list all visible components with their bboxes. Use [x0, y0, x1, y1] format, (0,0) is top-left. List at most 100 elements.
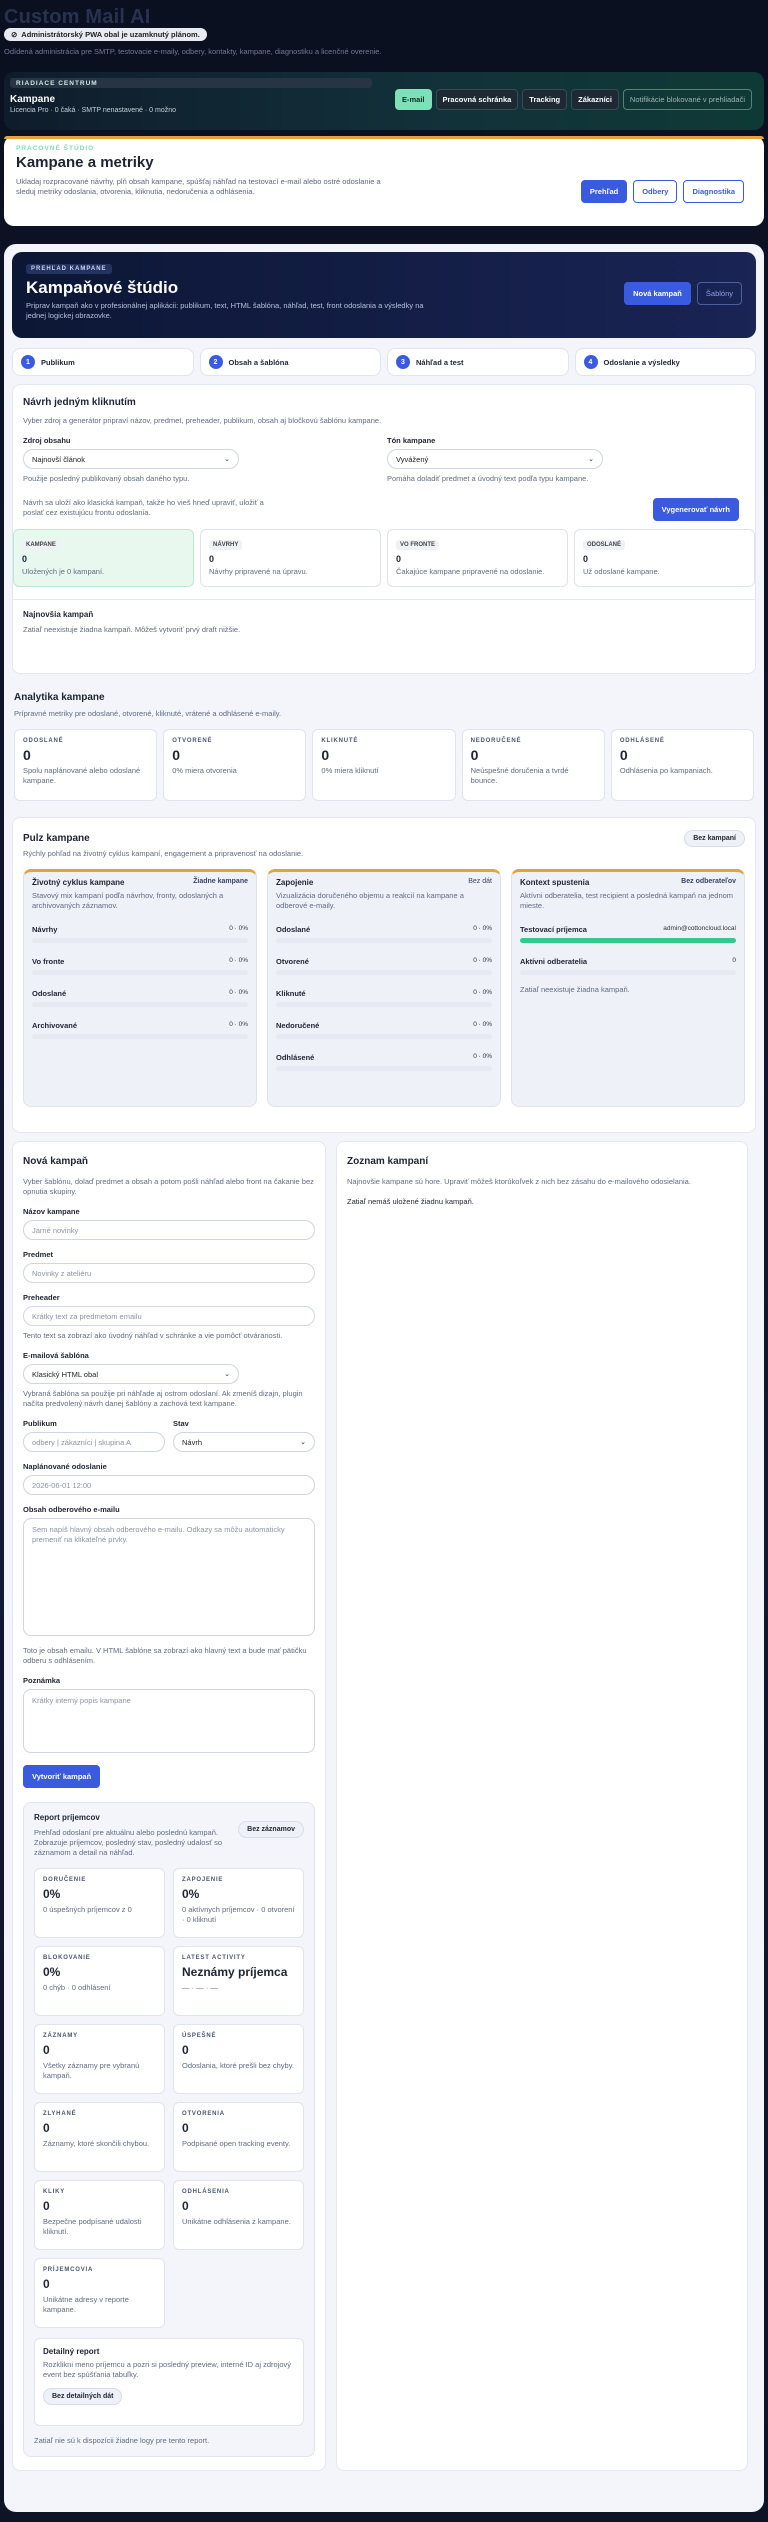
form-title: Nová kampaň — [23, 1156, 89, 1167]
design-text: Vyber zdroj a generátor pripraví názov, … — [23, 416, 382, 425]
control-center-label: RIADIACE CENTRUM — [10, 78, 372, 88]
hero-tag: PREHĽAD KAMPANE — [26, 264, 112, 274]
progress-bar — [276, 1002, 492, 1007]
template-select[interactable]: Klasický HTML obal ⌄ — [23, 1364, 239, 1384]
form-text: Vyber šablónu, dolaď predmet a obsah a p… — [23, 1177, 314, 1196]
create-campaign-button[interactable]: Vytvoriť kampaň — [23, 1765, 101, 1788]
header-subtitle: Odídená administrácia pre SMTP, testovac… — [4, 47, 382, 56]
analytics-clicked: KLIKNUTÉ 0 0% miera kliknutí — [312, 729, 456, 801]
control-center-bar: RIADIACE CENTRUM Kampane Licencia Pro · … — [4, 72, 764, 130]
progress-bar — [276, 1066, 492, 1071]
note-textarea[interactable]: Krátky interný popis kampane — [23, 1689, 315, 1753]
campaign-name-input[interactable]: Jarné novinky — [23, 1220, 315, 1240]
hero-text: Priprav kampaň ako v profesionálnej apli… — [26, 301, 424, 320]
source-label: Zdroj obsahu — [23, 436, 71, 445]
tone-label: Tón kampane — [387, 436, 436, 445]
new-campaign-button[interactable]: Nová kampaň — [624, 282, 691, 305]
campaign-list: Zoznam kampaní Najnovšie kampane sú hore… — [336, 1141, 748, 2471]
report-card: OTVORENIA 0 Podpisané open tracking eventy… — [173, 2102, 304, 2172]
schedule-input[interactable]: 2026-06-01 12:00 — [23, 1475, 315, 1495]
no-records-chip: Bez záznamov — [238, 1821, 304, 1838]
one-click-design-panel: Návrh jedným kliknutím Vyber zdroj a gen… — [12, 384, 756, 674]
app-title: Custom Mail AI — [4, 6, 151, 28]
studio-hero: PREHĽAD KAMPANE Kampaňové štúdio Priprav… — [12, 252, 756, 338]
recipients-report: Report príjemcov Prehľad odoslaní pre akt… — [23, 1802, 315, 2457]
progress-bar — [32, 1002, 248, 1007]
chevron-down-icon: ⌄ — [224, 456, 230, 463]
save-info: Návrh sa uloží ako klasická kampaň, takž… — [23, 498, 264, 517]
report-card: ÚSPEŠNÉ 0 Odoslania, ktoré prešli bez chyb… — [173, 2024, 304, 2094]
report-card: PRÍJEMCOVIA 0 Unikátne adresy v reporte ka… — [34, 2258, 165, 2328]
overview-button[interactable]: Prehľad — [580, 180, 628, 203]
audience-input[interactable]: odbery | zákazníci | skupina A — [23, 1432, 165, 1452]
engagement-card: Zapojenie Bez dát Vizualizácia doručeného… — [267, 869, 501, 1107]
tab-customers[interactable]: Zákazníci — [571, 89, 619, 110]
metrics-eyebrow: PRACOVNÉ ŠTÚDIO — [16, 145, 95, 152]
latest-campaign-text: Zatiaľ neexistuje žiadna kampaň. Môžeš v… — [23, 625, 241, 634]
tone-hint: Pomáha doladiť predmet a úvodný text pod… — [387, 474, 589, 483]
source-select[interactable]: Najnovší článok ⌄ — [23, 449, 239, 469]
engagement-row: Nedoručené 0 · 0% — [276, 1021, 492, 1039]
new-campaign-form: Nová kampaň Vyber šablónu, dolaď predmet… — [12, 1141, 326, 2471]
templates-button[interactable]: Šablóny — [696, 282, 742, 305]
step-send[interactable]: 4 Odoslanie a výsledky — [574, 348, 756, 376]
tab-tracking[interactable]: Tracking — [522, 89, 568, 110]
engagement-row: Odoslané 0 · 0% — [276, 925, 492, 943]
list-text: Najnovšie kampane sú hore. Upraviť môžeš… — [347, 1177, 691, 1186]
tab-inbox[interactable]: Pracovná schránka — [435, 89, 519, 110]
step-content[interactable]: 2 Obsah a šablóna — [199, 348, 381, 376]
pulse-title: Pulz kampane — [23, 833, 90, 844]
test-recipient-row: Testovací príjemca admin@cottoncloud.loca… — [520, 925, 736, 943]
progress-fill — [520, 938, 736, 943]
pulse-text: Rýchly pohľad na životný cyklus kampaní,… — [23, 849, 304, 858]
analytics-title: Analytika kampane — [14, 692, 105, 703]
stat-queued: VO FRONTE 0 Čakajúce kampane pripravené na… — [387, 529, 568, 587]
engagement-row: Kliknuté 0 · 0% — [276, 989, 492, 1007]
engagement-row: Odhlásené 0 · 0% — [276, 1053, 492, 1071]
step-preview[interactable]: 3 Náhľad a test — [387, 348, 569, 376]
list-title: Zoznam kampaní — [347, 1156, 429, 1167]
state-select[interactable]: Návrh ⌄ — [173, 1432, 315, 1452]
pwa-lock-pill: ⊘ Administrátorský PWA obal je uzamknutý … — [4, 28, 207, 41]
launch-context-card: Kontext spustenia Bez odberateľov Aktívni… — [511, 869, 745, 1107]
analytics-text: Prípravné metriky pre odoslané, otvorené… — [14, 709, 282, 718]
source-hint: Použije posledný publikovaný obsah danéh… — [23, 474, 190, 483]
campaign-studio: PREHĽAD KAMPANE Kampaňové štúdio Priprav… — [4, 244, 764, 2512]
no-detail-chip: Bez detailných dát — [43, 2388, 123, 2405]
lifecycle-row: Archivované 0 · 0% — [32, 1021, 248, 1039]
analytics-sent: ODOSLANÉ 0 Spolu naplánované alebo odoslan… — [14, 729, 158, 801]
subscriptions-button[interactable]: Odbery — [633, 180, 678, 203]
lifecycle-row: Odoslané 0 · 0% — [32, 989, 248, 1007]
diagnostics-button[interactable]: Diagnostika — [683, 180, 744, 203]
report-card: DORUČENIE 0% 0 úspešných príjemcov z 0 — [34, 1868, 165, 1938]
preheader-input[interactable]: Krátky text za predmetom emailu — [23, 1306, 315, 1326]
lifecycle-card: Životný cyklus kampane Žiadne kampane Sta… — [23, 869, 257, 1107]
analytics-bounced: NEDORUČENÉ 0 Neúspešné doručenia a tvrdé b… — [461, 729, 605, 801]
tone-select[interactable]: Vyvážený ⌄ — [387, 449, 603, 469]
latest-campaign-title: Najnovšia kampaň — [23, 610, 94, 619]
report-card: BLOKOVANIE 0% 0 chýb · 0 odhlásení — [34, 1946, 165, 2016]
step-audience[interactable]: 1 Publikum — [12, 348, 194, 376]
analytics-section: Analytika kampane Prípravné metriky pre … — [12, 692, 756, 801]
campaign-pulse-panel: Pulz kampane Bez kampaní Rýchly pohľad n… — [12, 817, 756, 1133]
progress-bar — [276, 970, 492, 975]
no-campaigns-chip: Bez kampaní — [684, 830, 745, 847]
analytics-opened: OTVORENÉ 0 0% miera otvorenia — [163, 729, 307, 801]
body-textarea[interactable]: Sem napíš hlavný obsah odberového e-mail… — [23, 1518, 315, 1636]
report-card: KLIKY 0 Bezpečne podpísané udalosti kliknu… — [34, 2180, 165, 2250]
chevron-down-icon: ⌄ — [224, 1371, 230, 1378]
notifications-blocked-button[interactable]: Notifikácie blokované v prehliadači — [622, 89, 752, 110]
generate-draft-button[interactable]: Vygenerovať návrh — [652, 498, 739, 521]
report-card: ODHLÁSENIA 0 Unikátne odhlásenia z kampane… — [173, 2180, 304, 2250]
subject-input[interactable]: Novinky z ateliéru — [23, 1263, 315, 1283]
progress-bar — [276, 1034, 492, 1039]
stat-sent: ODOSLANÉ 0 Už odoslané kampane. — [574, 529, 755, 587]
metrics-text: Ukladaj rozpracované návrhy, plň obsah k… — [16, 177, 381, 196]
design-title: Návrh jedným kliknutím — [23, 397, 136, 408]
list-empty: Zatiaľ nemáš uložené žiadnu kampaň. — [347, 1197, 474, 1206]
engagement-row: Otvorené 0 · 0% — [276, 957, 492, 975]
report-card: LATEST ACTIVITY Neznámy príjemca — · — · — — [173, 1946, 304, 2016]
tab-email[interactable]: E-mail — [394, 89, 432, 110]
progress-bar — [32, 970, 248, 975]
app-header: Custom Mail AI ⊘ Administrátorský PWA oba… — [0, 0, 768, 72]
